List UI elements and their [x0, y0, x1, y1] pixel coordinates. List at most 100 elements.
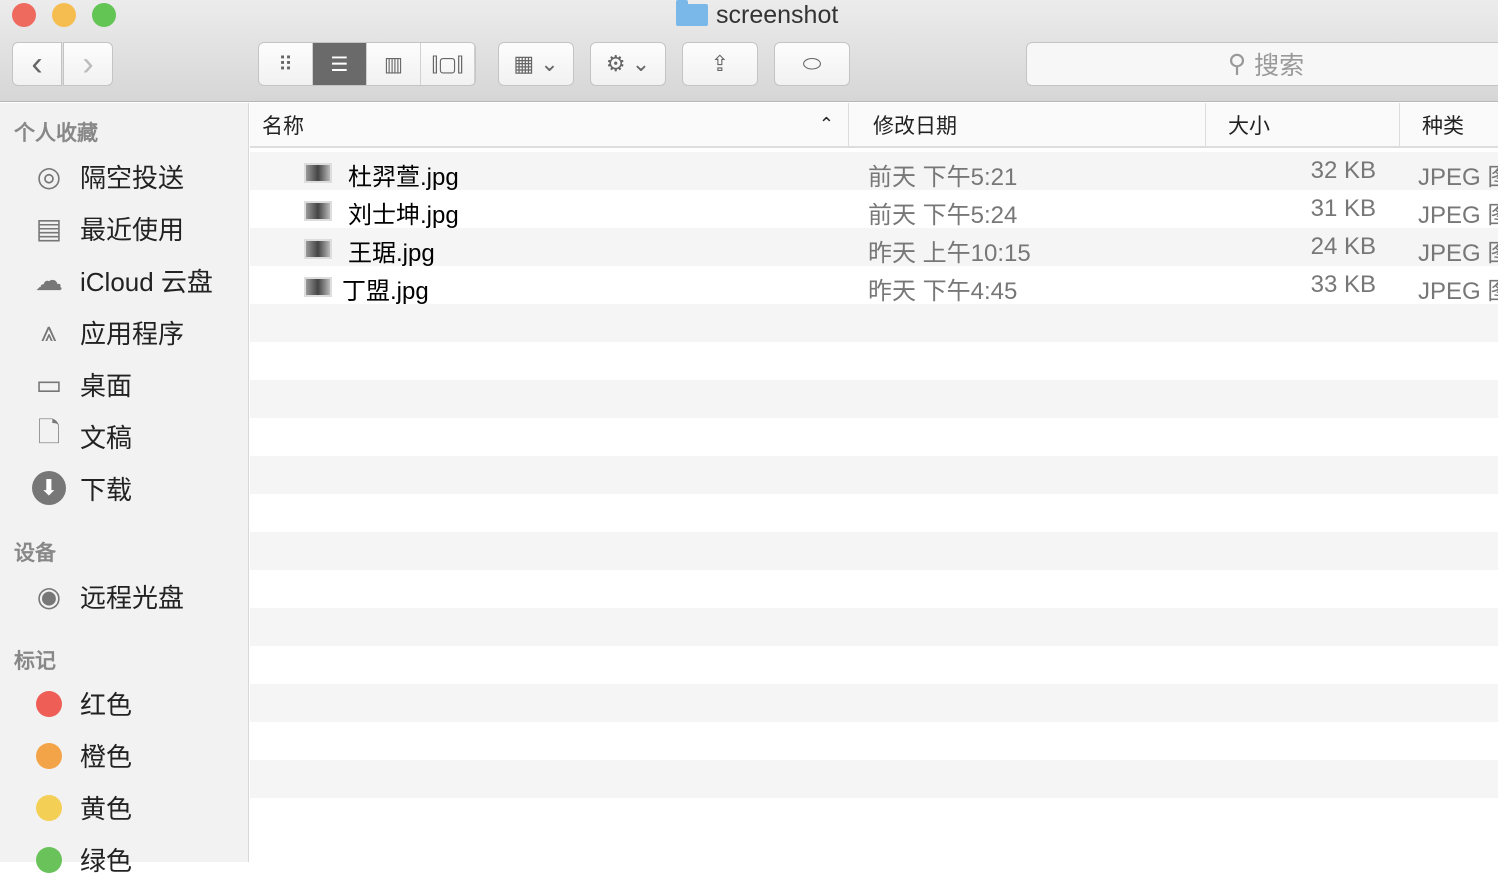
sidebar-item-label: 文稿: [80, 422, 133, 453]
column-modified-label: 修改日期: [873, 114, 957, 138]
column-size[interactable]: 大小: [1205, 103, 1399, 146]
folder-icon: [676, 0, 708, 26]
empty-row: [250, 646, 1498, 684]
column-name-label: 名称: [262, 114, 304, 138]
disc-icon: ◉: [36, 580, 62, 612]
arrange-button[interactable]: ▦ ⌄: [498, 42, 574, 86]
search-icon: ⚲: [1227, 50, 1247, 78]
sidebar-item-label: 下载: [80, 474, 133, 505]
applications-icon: ⩓: [41, 315, 57, 347]
sidebar-tag-orange[interactable]: 橙色: [30, 737, 132, 774]
tag-label: 红色: [80, 690, 133, 720]
file-modified: 前天 下午5:21: [868, 164, 1018, 191]
close-button[interactable]: [12, 3, 36, 27]
desktop-icon: ▭: [35, 368, 63, 400]
zoom-button[interactable]: [92, 3, 116, 27]
download-icon: ⬇: [30, 469, 68, 507]
file-row[interactable]: 刘士坤.jpg 前天 下午5:24 31 KB JPEG 图: [250, 190, 1498, 229]
tag-label: 橙色: [80, 742, 133, 772]
file-row[interactable]: 丁盟.jpg 昨天 下午4:45 33 KB JPEG 图: [250, 266, 1498, 305]
green-tag-icon: [36, 846, 62, 873]
back-button[interactable]: ‹: [12, 42, 62, 86]
empty-row: [250, 494, 1498, 532]
icon-view-button[interactable]: ⠿: [259, 43, 313, 85]
list-view-button[interactable]: ☰: [313, 43, 367, 85]
toolbar: screenshot ‹ › ⠿ ☰ ▥ ⫿▢⫿ ▦ ⌄ ⚙ ⌄ ⇪ ⬭ ⚲ 搜索: [0, 0, 1498, 102]
column-name[interactable]: 名称 ⌃: [250, 103, 848, 146]
devices-heading: 设备: [14, 542, 56, 565]
sidebar-tag-yellow[interactable]: 黄色: [30, 789, 132, 826]
empty-row: [250, 304, 1498, 342]
recents-icon: ▤: [35, 212, 63, 244]
sidebar-item-label: 应用程序: [80, 318, 185, 349]
sidebar: 个人收藏 ◎ 隔空投送 ▤ 最近使用 ☁ iCloud 云盘 ⩓ 应用程序 ▭ 桌面 🗋 文…: [0, 103, 249, 876]
search-placeholder: 搜索: [1254, 52, 1305, 80]
sidebar-item-documents[interactable]: 🗋 文稿: [30, 417, 132, 455]
tag-button[interactable]: ⬭: [774, 42, 850, 86]
file-name: 刘士坤.jpg: [348, 202, 459, 229]
sidebar-item-label: 最近使用: [80, 214, 185, 245]
sidebar-item-icloud[interactable]: ☁ iCloud 云盘: [30, 261, 213, 299]
sidebar-tag-green[interactable]: 绿色: [30, 841, 132, 878]
file-name: 丁盟.jpg: [342, 278, 429, 305]
empty-row: [250, 532, 1498, 570]
sidebar-item-desktop[interactable]: ▭ 桌面: [30, 365, 132, 403]
column-kind-label: 种类: [1422, 114, 1464, 138]
column-kind[interactable]: 种类: [1399, 103, 1498, 146]
favorites-heading: 个人收藏: [14, 122, 98, 145]
forward-button[interactable]: ›: [63, 42, 113, 86]
sidebar-item-downloads[interactable]: ⬇ 下载: [30, 469, 132, 507]
file-row[interactable]: 杜羿萱.jpg 前天 下午5:21 32 KB JPEG 图: [250, 152, 1498, 191]
column-size-label: 大小: [1228, 114, 1270, 138]
sidebar-tag-red[interactable]: 红色: [30, 685, 132, 722]
file-kind: JPEG 图: [1418, 202, 1498, 229]
file-modified: 昨天 下午4:45: [868, 278, 1018, 305]
file-kind: JPEG 图: [1418, 164, 1498, 191]
empty-row: [250, 608, 1498, 646]
file-size: 33 KB: [1310, 271, 1376, 298]
file-modified: 昨天 上午10:15: [868, 240, 1031, 267]
window-title-text: screenshot: [716, 0, 839, 29]
sidebar-item-applications[interactable]: ⩓ 应用程序: [30, 313, 184, 351]
empty-row: [250, 342, 1498, 380]
empty-row: [250, 456, 1498, 494]
column-header: 名称 ⌃ 修改日期 大小 种类: [250, 103, 1498, 148]
image-thumbnail-icon: [304, 163, 332, 183]
cover-flow-view-button[interactable]: ⫿▢⫿: [421, 43, 475, 85]
empty-row: [250, 570, 1498, 608]
tag-label: 黄色: [80, 794, 133, 824]
action-gear-button[interactable]: ⚙ ⌄: [590, 42, 666, 86]
file-name: 杜羿萱.jpg: [348, 164, 459, 191]
empty-row: [250, 418, 1498, 456]
file-size: 32 KB: [1310, 157, 1376, 184]
window-title: screenshot: [676, 0, 838, 30]
sidebar-item-airdrop[interactable]: ◎ 隔空投送: [30, 157, 184, 195]
share-button[interactable]: ⇪: [682, 42, 758, 86]
file-row[interactable]: 王琚.jpg 昨天 上午10:15 24 KB JPEG 图: [250, 228, 1498, 267]
file-list: 杜羿萱.jpg 前天 下午5:21 32 KB JPEG 图 刘士坤.jpg 前天 下午…: [250, 152, 1498, 836]
sidebar-item-recents[interactable]: ▤ 最近使用: [30, 209, 184, 247]
sidebar-item-label: iCloud 云盘: [80, 266, 213, 297]
empty-row: [250, 722, 1498, 760]
tag-label: 绿色: [80, 846, 133, 876]
airdrop-icon: ◎: [36, 160, 62, 192]
image-thumbnail-icon: [304, 201, 332, 221]
sort-ascending-icon: ⌃: [818, 114, 834, 134]
sidebar-item-remote-disc[interactable]: ◉ 远程光盘: [30, 577, 184, 615]
file-size: 24 KB: [1310, 233, 1376, 260]
orange-tag-icon: [36, 742, 62, 769]
file-name: 王琚.jpg: [348, 240, 435, 267]
column-view-button[interactable]: ▥: [367, 43, 421, 85]
column-modified[interactable]: 修改日期: [848, 103, 1205, 146]
view-switcher: ⠿ ☰ ▥ ⫿▢⫿: [258, 42, 476, 86]
sidebar-item-label: 桌面: [80, 370, 133, 401]
file-kind: JPEG 图: [1418, 278, 1498, 305]
image-thumbnail-icon: [304, 277, 332, 297]
image-thumbnail-icon: [304, 239, 332, 259]
file-kind: JPEG 图: [1418, 240, 1498, 267]
empty-row: [250, 380, 1498, 418]
empty-row: [250, 760, 1498, 798]
empty-row: [250, 684, 1498, 722]
minimize-button[interactable]: [52, 3, 76, 27]
search-field[interactable]: ⚲ 搜索: [1026, 42, 1498, 86]
